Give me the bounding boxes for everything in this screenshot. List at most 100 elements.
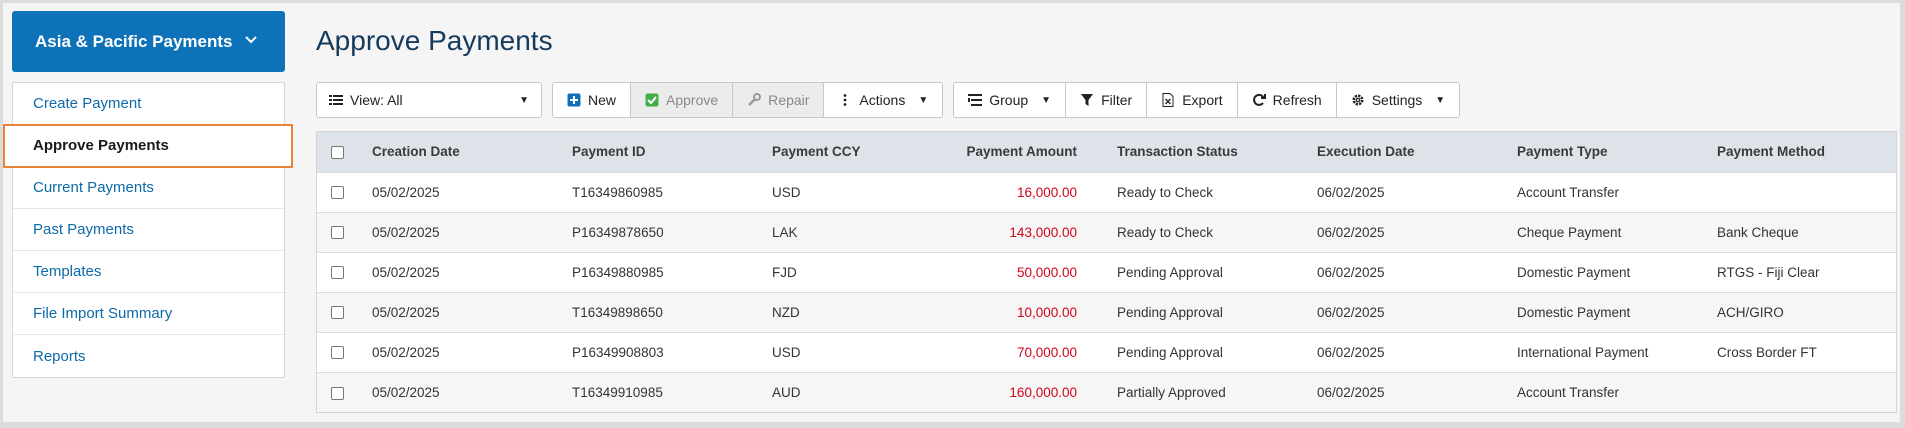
page-title: Approve Payments [316,25,553,56]
row-checkbox[interactable] [331,266,344,280]
main-content: Approve Payments View: All ▼ New Approve… [316,3,1897,413]
row-checkbox[interactable] [331,306,344,320]
group-dropdown[interactable]: Group ▼ [954,83,1067,117]
cell-payment-method: Cross Border FT [1717,344,1817,360]
sidebar-item-label: Past Payments [33,221,134,238]
toolbar: View: All ▼ New Approve Repair Actions ▼… [316,82,1461,118]
cell-payment-ccy: LAK [772,224,798,240]
repair-button[interactable]: Repair [733,83,825,117]
row-checkbox[interactable] [331,386,344,400]
cell-payment-id: P16349908803 [572,344,664,360]
cell-payment-ccy: USD [772,344,801,360]
view-select[interactable]: View: All ▼ [317,83,541,117]
table-row[interactable]: 05/02/2025 T16349910985 AUD 160,000.00 Parti… [317,372,1896,412]
excel-file-icon [1161,93,1175,107]
repair-button-label: Repair [768,92,810,108]
row-checkbox[interactable] [331,346,344,360]
cell-execution-date: 06/02/2025 [1317,344,1385,360]
sidebar-item-reports[interactable]: Reports [13,335,284,377]
sidebar-item-templates[interactable]: Templates [13,251,284,293]
approve-button[interactable]: Approve [631,83,734,117]
view-tools-group: Group ▼ Filter Export Refresh Settings ▼ [953,82,1461,118]
cell-payment-id: P16349878650 [572,224,664,240]
table-row[interactable]: 05/02/2025 T16349898650 NZD 10,000.00 Pendin… [317,292,1896,332]
cell-payment-type: Account Transfer [1517,384,1620,400]
settings-dropdown[interactable]: Settings ▼ [1337,83,1460,117]
refresh-button[interactable]: Refresh [1238,83,1337,117]
sidebar-item-label: Create Payment [33,95,142,112]
caret-down-icon: ▼ [519,94,529,106]
sidebar-item-label: File Import Summary [33,305,173,322]
export-button-label: Export [1182,92,1223,108]
cell-payment-amount: 10,000.00 [1016,304,1077,320]
sidebar-item-label: Templates [33,263,102,280]
cell-payment-method: Bank Cheque [1717,224,1799,240]
sidebar-item-file-import-summary[interactable]: File Import Summary [13,293,284,335]
sidebar-item-label: Approve Payments [33,137,169,154]
actions-dropdown[interactable]: Actions ▼ [824,83,942,117]
table-row[interactable]: 05/02/2025 P16349908803 USD 70,000.00 Pendin… [317,332,1896,372]
sidebar-item-create-payment[interactable]: Create Payment [13,83,284,125]
row-select-cell [317,332,362,372]
sidebar-item-past-payments[interactable]: Past Payments [13,209,284,251]
caret-down-icon: ▼ [1435,94,1446,106]
cell-payment-type: Account Transfer [1517,184,1620,200]
table-body: 05/02/2025 T16349860985 USD 16,000.00 Ready … [317,172,1896,412]
cell-payment-method [1707,372,1896,412]
region-menu-button[interactable]: Asia & Pacific Payments [12,11,285,72]
table-row[interactable]: 05/02/2025 T16349860985 USD 16,000.00 Ready … [317,172,1896,212]
filter-button[interactable]: Filter [1066,83,1148,117]
cell-payment-amount: 160,000.00 [1009,384,1077,400]
cell-payment-method: RTGS - Fiji Clear [1717,264,1820,280]
app-frame: Asia & Pacific Payments Create Payment A… [3,3,1900,422]
cell-transaction-status: Pending Approval [1117,344,1223,360]
cell-payment-id: P16349880985 [572,264,664,280]
caret-down-icon: ▼ [918,94,929,106]
column-header-transaction-status[interactable]: Transaction Status [1107,132,1307,172]
table-row[interactable]: 05/02/2025 P16349878650 LAK 143,000.00 Ready… [317,212,1896,252]
cell-payment-type: International Payment [1517,344,1649,360]
sidebar-item-approve-payments[interactable]: Approve Payments [3,124,293,168]
column-header-execution-date[interactable]: Execution Date [1307,132,1507,172]
cell-payment-id: T16349860985 [572,184,663,200]
cell-payment-type: Domestic Payment [1517,264,1631,280]
cell-creation-date: 05/02/2025 [372,304,440,320]
row-checkbox[interactable] [331,186,344,200]
cell-execution-date: 06/02/2025 [1317,184,1385,200]
select-all-cell [317,132,362,172]
new-button[interactable]: New [553,83,632,117]
payments-table: Creation Date Payment ID Payment CCY Pay… [316,131,1897,413]
select-all-checkbox[interactable] [331,146,344,160]
row-select-cell [317,172,362,212]
cell-execution-date: 06/02/2025 [1317,264,1385,280]
cell-payment-ccy: FJD [772,264,797,280]
column-header-payment-ccy[interactable]: Payment CCY [762,132,907,172]
cell-execution-date: 06/02/2025 [1317,224,1385,240]
cell-payment-ccy: USD [772,184,801,200]
cell-payment-amount: 50,000.00 [1016,264,1077,280]
cell-payment-ccy: NZD [772,304,800,320]
cell-transaction-status: Pending Approval [1117,304,1223,320]
table-row[interactable]: 05/02/2025 P16349880985 FJD 50,000.00 Pendin… [317,252,1896,292]
sidebar-item-label: Current Payments [33,179,154,196]
cell-transaction-status: Ready to Check [1117,224,1214,240]
column-header-creation-date[interactable]: Creation Date [362,132,562,172]
cell-transaction-status: Ready to Check [1117,184,1214,200]
sidebar-item-current-payments[interactable]: Current Payments [13,167,284,209]
row-checkbox[interactable] [331,226,344,240]
cell-transaction-status: Pending Approval [1117,264,1223,280]
row-select-cell [317,212,362,252]
column-header-payment-amount[interactable]: Payment Amount [907,132,1107,172]
cell-payment-ccy: AUD [772,384,801,400]
column-header-payment-id[interactable]: Payment ID [562,132,762,172]
new-button-label: New [588,92,617,108]
export-button[interactable]: Export [1147,83,1238,117]
cell-execution-date: 06/02/2025 [1317,384,1385,400]
plus-square-icon [567,93,581,107]
cell-payment-type: Cheque Payment [1517,224,1622,240]
column-header-payment-method[interactable]: Payment Method [1707,132,1896,172]
region-menu-label: Asia & Pacific Payments [35,31,233,51]
sidebar-item-label: Reports [33,347,86,365]
column-header-payment-type[interactable]: Payment Type [1507,132,1707,172]
filter-button-label: Filter [1101,92,1133,108]
